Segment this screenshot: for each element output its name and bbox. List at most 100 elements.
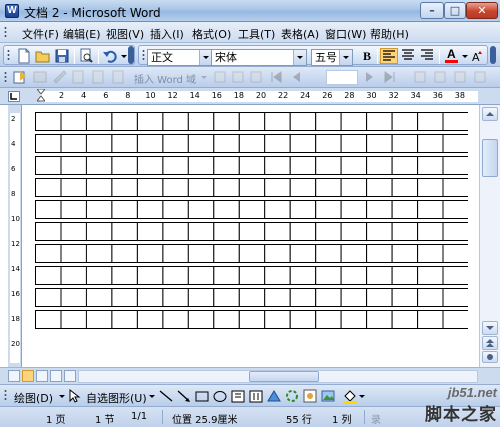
main-document-setup-icon[interactable] xyxy=(12,69,30,85)
grid-cell[interactable] xyxy=(35,222,62,241)
grid-cell[interactable] xyxy=(213,288,240,307)
fill-color-dropdown-icon[interactable] xyxy=(358,388,366,404)
insert-picture-icon[interactable] xyxy=(320,388,338,404)
grid-cell[interactable] xyxy=(417,288,444,307)
horizontal-scrollbar[interactable] xyxy=(78,370,478,383)
grid-cell[interactable] xyxy=(340,222,368,241)
tab-selector[interactable] xyxy=(8,91,20,102)
grid-cell[interactable] xyxy=(136,200,164,219)
align-center-icon[interactable] xyxy=(400,48,418,64)
arrow-tool-icon[interactable] xyxy=(176,388,194,404)
select-objects-icon[interactable] xyxy=(66,388,84,404)
grid-cell[interactable] xyxy=(264,288,291,307)
grid-cell[interactable] xyxy=(60,200,87,219)
grid-cell[interactable] xyxy=(136,178,164,197)
grid-cell[interactable] xyxy=(238,200,266,219)
grid-cell[interactable] xyxy=(289,156,317,175)
grid-cell[interactable] xyxy=(289,222,317,241)
grid-cell[interactable] xyxy=(417,244,444,263)
style-combo[interactable]: 正文 xyxy=(147,49,213,66)
grid-cell[interactable] xyxy=(111,178,138,197)
grid-cell[interactable] xyxy=(213,244,240,263)
grid-cell[interactable] xyxy=(162,112,189,131)
grid-cell[interactable] xyxy=(111,310,138,329)
grid-cell[interactable] xyxy=(264,156,291,175)
align-right-icon[interactable] xyxy=(419,48,437,64)
grid-cell[interactable] xyxy=(162,244,189,263)
grid-cell[interactable] xyxy=(264,244,291,263)
font-color-button[interactable]: A xyxy=(443,47,461,64)
grid-cell[interactable] xyxy=(442,222,468,241)
menu-edit[interactable]: 编辑(E) xyxy=(63,26,101,42)
open-folder-icon[interactable] xyxy=(35,48,53,64)
grid-cell[interactable] xyxy=(391,244,419,263)
menu-file[interactable]: 文件(F) xyxy=(22,26,59,42)
grid-cell[interactable] xyxy=(136,310,164,329)
grid-cell[interactable] xyxy=(136,288,164,307)
grid-cell[interactable] xyxy=(35,178,62,197)
grid-cell[interactable] xyxy=(442,244,468,263)
grid-cell[interactable] xyxy=(35,200,62,219)
recipients-icon[interactable] xyxy=(52,69,70,85)
undo-dropdown-icon[interactable] xyxy=(120,48,128,64)
grow-font-icon[interactable]: A xyxy=(470,48,484,64)
grid-cell[interactable] xyxy=(391,178,419,197)
grid-cell[interactable] xyxy=(136,222,164,241)
grid-cell[interactable] xyxy=(111,156,138,175)
grid-cell[interactable] xyxy=(340,200,368,219)
last-record-icon[interactable] xyxy=(382,69,400,85)
grid-cell[interactable] xyxy=(35,156,62,175)
grid-cell[interactable] xyxy=(442,112,468,131)
grid-cell[interactable] xyxy=(60,288,87,307)
first-record-icon[interactable] xyxy=(268,69,286,85)
grid-cell[interactable] xyxy=(85,244,113,263)
font-size-dropdown-icon[interactable] xyxy=(339,50,352,65)
grid-cell[interactable] xyxy=(111,200,138,219)
toolbar-options-chevron-icon[interactable] xyxy=(490,46,496,64)
grid-cell[interactable] xyxy=(60,178,87,197)
grid-cell[interactable] xyxy=(391,222,419,241)
menu-format[interactable]: 格式(O) xyxy=(192,26,231,42)
grid-cell[interactable] xyxy=(289,134,317,153)
save-disk-icon[interactable] xyxy=(54,48,72,64)
grid-cell[interactable] xyxy=(264,310,291,329)
grid-cell[interactable] xyxy=(289,112,317,131)
grid-cell[interactable] xyxy=(85,266,113,285)
grid-cell[interactable] xyxy=(442,288,468,307)
grid-cell[interactable] xyxy=(60,112,87,131)
grid-cell[interactable] xyxy=(391,288,419,307)
grid-cell[interactable] xyxy=(238,222,266,241)
maximize-button[interactable]: □ xyxy=(444,2,466,19)
grid-cell[interactable] xyxy=(60,266,87,285)
grid-cell[interactable] xyxy=(340,134,368,153)
grid-cell[interactable] xyxy=(315,112,342,131)
grid-cell[interactable] xyxy=(162,310,189,329)
grid-cell[interactable] xyxy=(162,200,189,219)
grid-cell[interactable] xyxy=(85,310,113,329)
grid-cell[interactable] xyxy=(264,178,291,197)
grid-cell[interactable] xyxy=(340,156,368,175)
grid-cell[interactable] xyxy=(366,244,393,263)
vertical-ruler[interactable]: 2 4 6 8 10 12 14 16 18 20 xyxy=(8,105,22,367)
grid-cell[interactable] xyxy=(315,200,342,219)
draw-menu-dropdown-icon[interactable] xyxy=(58,388,66,404)
grid-cell[interactable] xyxy=(391,156,419,175)
check-errors-icon[interactable] xyxy=(432,69,450,85)
close-button[interactable]: ✕ xyxy=(466,2,498,19)
autoshapes-dropdown-icon[interactable] xyxy=(148,388,156,404)
grid-cell[interactable] xyxy=(391,200,419,219)
grid-cell[interactable] xyxy=(391,134,419,153)
oval-tool-icon[interactable] xyxy=(212,388,230,404)
undo-icon[interactable] xyxy=(102,48,120,64)
grid-cell[interactable] xyxy=(187,288,215,307)
insert-merge-field-icon[interactable] xyxy=(110,69,128,85)
grid-cell[interactable] xyxy=(340,310,368,329)
insert-greeting-icon[interactable] xyxy=(90,69,108,85)
grid-cell[interactable] xyxy=(442,310,468,329)
page-layout-view-icon[interactable] xyxy=(22,370,34,382)
font-size-combo[interactable]: 五号 xyxy=(311,49,353,66)
text-box-icon[interactable] xyxy=(230,388,248,404)
grid-cell[interactable] xyxy=(35,112,62,131)
grid-cell[interactable] xyxy=(136,266,164,285)
grid-cell[interactable] xyxy=(238,310,266,329)
